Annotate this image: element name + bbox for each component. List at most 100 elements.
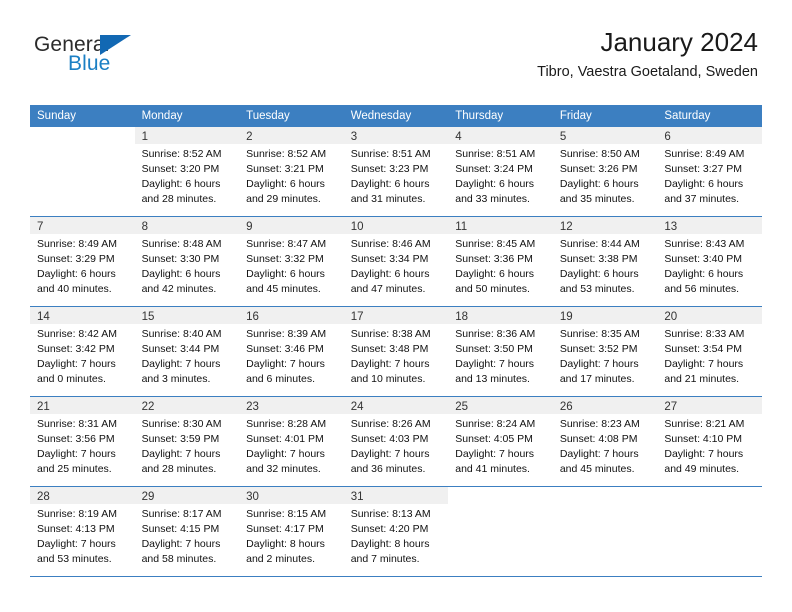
calendar-cell: 4 Sunrise: 8:51 AM Sunset: 3:24 PM Daylight… [448, 127, 553, 217]
calendar-day[interactable]: 9 Sunrise: 8:47 AM Sunset: 3:32 PM Daylight… [239, 217, 344, 307]
calendar-day[interactable]: 16 Sunrise: 8:39 AM Sunset: 3:46 PM Dayligh… [239, 307, 344, 397]
calendar-day[interactable]: 15 Sunrise: 8:40 AM Sunset: 3:44 PM Dayligh… [134, 307, 240, 397]
day-daylight-1-text: Daylight: 6 hours [664, 267, 744, 280]
day-daylight-1-text: Daylight: 7 hours [37, 537, 116, 550]
day-number: 29 [141, 491, 155, 503]
calendar-header-row: Sunday Monday Tuesday Wednesday Thursday Frid… [30, 105, 762, 127]
day-sunset-text: Sunset: 3:21 PM [246, 162, 324, 175]
day-number-band: 17 [343, 307, 449, 324]
weekday-header-saturday: Saturday [657, 105, 762, 127]
day-sunrise-text: Sunrise: 8:49 AM [37, 238, 117, 250]
day-sunrise-text: Sunrise: 8:33 AM [664, 328, 745, 340]
calendar-day[interactable]: 7 Sunrise: 8:49 AM Sunset: 3:29 PM Daylight… [30, 217, 135, 307]
calendar-day[interactable]: 31 Sunrise: 8:13 AM Sunset: 4:20 PM Dayligh… [343, 487, 449, 577]
calendar-day[interactable]: 18 Sunrise: 8:36 AM Sunset: 3:50 PM Dayligh… [448, 307, 553, 397]
calendar-day[interactable]: 11 Sunrise: 8:45 AM Sunset: 3:36 PM Dayligh… [448, 217, 553, 307]
day-sunset-text: Sunset: 3:34 PM [350, 252, 429, 265]
day-daylight-1-text: Daylight: 7 hours [350, 357, 430, 370]
day-sunrise-text: Sunrise: 8:44 AM [559, 238, 640, 250]
calendar-cell: 25 Sunrise: 8:24 AM Sunset: 4:05 PM Dayligh… [448, 397, 553, 487]
day-sunrise-text: Sunrise: 8:52 AM [141, 148, 222, 160]
weekday-header-friday: Friday [552, 105, 658, 127]
day-sun-info: Sunrise: 8:52 AM Sunset: 3:20 PM Daylight:… [135, 144, 240, 207]
calendar-cell: 3 Sunrise: 8:51 AM Sunset: 3:23 PM Daylight… [343, 127, 449, 217]
day-sun-info: Sunrise: 8:31 AM Sunset: 3:56 PM Daylight:… [30, 414, 135, 477]
day-number-band: 27 [657, 397, 762, 414]
day-sunrise-text: Sunrise: 8:40 AM [141, 328, 222, 340]
day-daylight-1-text: Daylight: 6 hours [664, 177, 744, 190]
day-sunrise-text: Sunrise: 8:13 AM [350, 508, 431, 520]
day-number: 22 [141, 401, 155, 413]
calendar-cell: 20 Sunrise: 8:33 AM Sunset: 3:54 PM Dayligh… [657, 307, 762, 397]
day-sunset-text: Sunset: 3:38 PM [559, 252, 638, 265]
calendar-day[interactable]: 23 Sunrise: 8:28 AM Sunset: 4:01 PM Dayligh… [239, 397, 344, 487]
day-daylight-1-text: Daylight: 6 hours [141, 267, 221, 280]
calendar-day[interactable]: 2 Sunrise: 8:52 AM Sunset: 3:21 PM Daylight… [239, 127, 344, 217]
day-number-band: 12 [552, 217, 658, 234]
calendar-day[interactable]: 14 Sunrise: 8:42 AM Sunset: 3:42 PM Dayligh… [30, 307, 135, 397]
calendar-table: Sunday Monday Tuesday Wednesday Thursday Frid… [30, 105, 762, 577]
day-number-band: 22 [134, 397, 240, 414]
day-number-band: 3 [343, 127, 449, 144]
day-daylight-2-text: and 42 minutes. [141, 282, 217, 295]
calendar-day[interactable]: 25 Sunrise: 8:24 AM Sunset: 4:05 PM Dayligh… [448, 397, 553, 487]
calendar-day[interactable]: 20 Sunrise: 8:33 AM Sunset: 3:54 PM Dayligh… [657, 307, 762, 397]
calendar-day[interactable]: 1 Sunrise: 8:52 AM Sunset: 3:20 PM Daylight… [134, 127, 240, 217]
calendar-cell: 18 Sunrise: 8:36 AM Sunset: 3:50 PM Dayligh… [448, 307, 553, 397]
day-number-band: 21 [30, 397, 135, 414]
day-sunset-text: Sunset: 3:27 PM [664, 162, 743, 175]
day-sun-info [30, 144, 135, 147]
day-daylight-1-text: Daylight: 7 hours [664, 357, 744, 370]
day-daylight-2-text: and 29 minutes. [246, 192, 321, 205]
day-sun-info [448, 504, 553, 507]
calendar-day[interactable]: 12 Sunrise: 8:44 AM Sunset: 3:38 PM Dayligh… [552, 217, 658, 307]
day-sun-info: Sunrise: 8:28 AM Sunset: 4:01 PM Daylight:… [239, 414, 344, 477]
calendar-day[interactable]: 26 Sunrise: 8:23 AM Sunset: 4:08 PM Dayligh… [552, 397, 658, 487]
day-sun-info: Sunrise: 8:45 AM Sunset: 3:36 PM Daylight:… [448, 234, 553, 297]
day-daylight-2-text: and 2 minutes. [246, 552, 316, 565]
calendar-day[interactable]: 3 Sunrise: 8:51 AM Sunset: 3:23 PM Daylight… [343, 127, 449, 217]
day-sunrise-text: Sunrise: 8:15 AM [246, 508, 327, 520]
calendar-day[interactable]: 8 Sunrise: 8:48 AM Sunset: 3:30 PM Daylight… [134, 217, 240, 307]
calendar-day[interactable]: 19 Sunrise: 8:35 AM Sunset: 3:52 PM Dayligh… [552, 307, 658, 397]
calendar-day[interactable]: 5 Sunrise: 8:50 AM Sunset: 3:26 PM Daylight… [552, 127, 658, 217]
calendar-day[interactable]: 17 Sunrise: 8:38 AM Sunset: 3:48 PM Dayligh… [343, 307, 449, 397]
day-daylight-2-text: and 40 minutes. [37, 282, 112, 295]
day-daylight-2-text: and 56 minutes. [664, 282, 740, 295]
day-sun-info: Sunrise: 8:36 AM Sunset: 3:50 PM Daylight:… [448, 324, 553, 387]
calendar-day[interactable]: 21 Sunrise: 8:31 AM Sunset: 3:56 PM Dayligh… [30, 397, 135, 487]
day-number-band: 2 [239, 127, 344, 144]
day-sunset-text: Sunset: 4:05 PM [455, 432, 533, 445]
weekday-header: Sunday Monday Tuesday Wednesday Thursday Frid… [30, 105, 762, 127]
day-number [455, 488, 546, 505]
day-number-band [553, 487, 658, 504]
calendar-cell: 13 Sunrise: 8:43 AM Sunset: 3:40 PM Dayligh… [657, 217, 762, 307]
calendar-day[interactable]: 27 Sunrise: 8:21 AM Sunset: 4:10 PM Dayligh… [657, 397, 762, 487]
calendar-day[interactable]: 22 Sunrise: 8:30 AM Sunset: 3:59 PM Dayligh… [134, 397, 240, 487]
calendar-day[interactable]: 10 Sunrise: 8:46 AM Sunset: 3:34 PM Dayligh… [343, 217, 449, 307]
calendar-day[interactable]: 13 Sunrise: 8:43 AM Sunset: 3:40 PM Dayligh… [657, 217, 762, 307]
day-number: 16 [246, 311, 259, 323]
calendar-day[interactable]: 6 Sunrise: 8:49 AM Sunset: 3:27 PM Daylight… [657, 127, 762, 217]
day-daylight-1-text: Daylight: 6 hours [141, 177, 221, 190]
day-sunset-text: Sunset: 4:17 PM [246, 522, 324, 535]
calendar-day[interactable]: 24 Sunrise: 8:26 AM Sunset: 4:03 PM Dayligh… [343, 397, 449, 487]
calendar-day[interactable]: 29 Sunrise: 8:17 AM Sunset: 4:15 PM Dayligh… [134, 487, 240, 577]
day-sun-info: Sunrise: 8:13 AM Sunset: 4:20 PM Daylight:… [344, 504, 449, 567]
day-daylight-2-text: and 13 minutes. [455, 372, 530, 385]
day-sunrise-text: Sunrise: 8:47 AM [246, 238, 327, 250]
day-daylight-2-text: and 45 minutes. [559, 462, 635, 475]
day-number: 20 [664, 311, 678, 323]
day-sunset-text: Sunset: 3:56 PM [37, 432, 115, 445]
day-daylight-1-text: Daylight: 8 hours [350, 537, 430, 550]
day-daylight-2-text: and 58 minutes. [141, 552, 217, 565]
calendar-cell: 2 Sunrise: 8:52 AM Sunset: 3:21 PM Daylight… [239, 127, 344, 217]
general-blue-logo[interactable]: General Blue [34, 34, 244, 92]
calendar-day[interactable]: 4 Sunrise: 8:51 AM Sunset: 3:24 PM Daylight… [448, 127, 553, 217]
day-number-band: 23 [239, 397, 344, 414]
day-sunset-text: Sunset: 3:20 PM [141, 162, 220, 175]
calendar-cell: 16 Sunrise: 8:39 AM Sunset: 3:46 PM Dayligh… [239, 307, 344, 397]
calendar-cell: 9 Sunrise: 8:47 AM Sunset: 3:32 PM Daylight… [239, 217, 344, 307]
calendar-day[interactable]: 30 Sunrise: 8:15 AM Sunset: 4:17 PM Dayligh… [239, 487, 344, 577]
calendar-day[interactable]: 28 Sunrise: 8:19 AM Sunset: 4:13 PM Dayligh… [30, 487, 135, 577]
